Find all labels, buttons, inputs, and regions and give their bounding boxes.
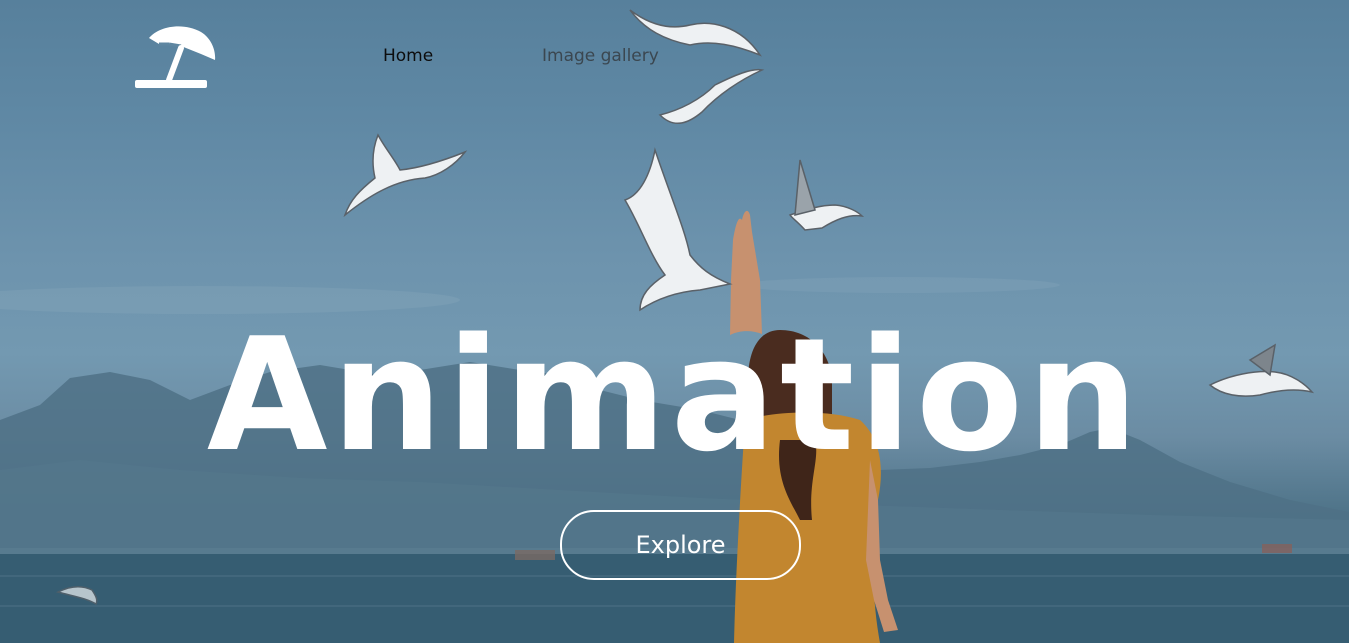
- hero-title: Animation: [206, 304, 1143, 486]
- hero-section: Home Image gallery Animation Explore: [0, 0, 1349, 643]
- explore-button[interactable]: Explore: [560, 510, 801, 580]
- nav-home-link[interactable]: Home: [383, 45, 433, 67]
- nav-image-gallery-link[interactable]: Image gallery: [542, 45, 659, 67]
- beach-umbrella-icon[interactable]: [135, 24, 217, 90]
